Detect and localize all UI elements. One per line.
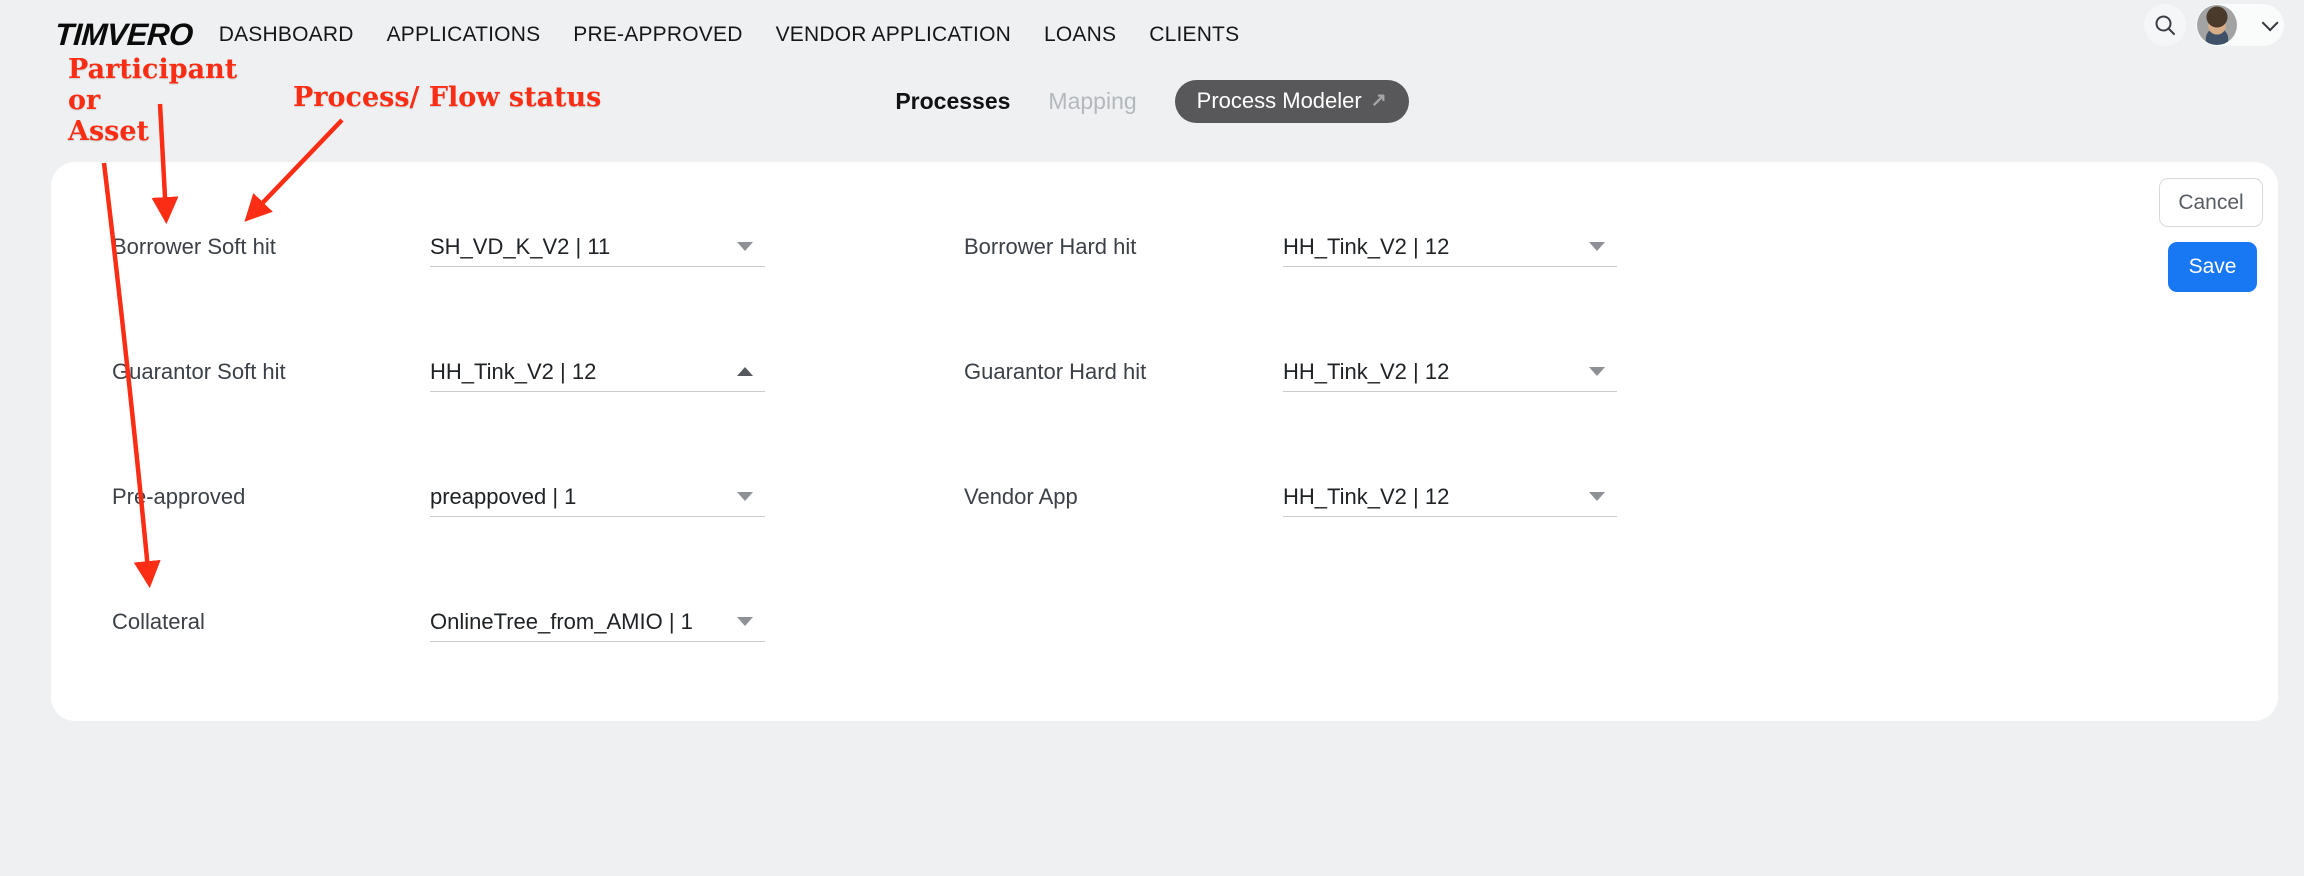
nav-item-vendor-application[interactable]: VENDOR APPLICATION	[776, 23, 1011, 47]
annotation-participant-or-asset: Participant or Asset	[68, 54, 237, 147]
search-icon	[2154, 14, 2176, 36]
process-modeler-button[interactable]: Process Modeler ↗	[1175, 80, 1409, 123]
select-value: SH_VD_K_V2 | 11	[430, 234, 610, 260]
main-menu: DASHBOARD APPLICATIONS PRE-APPROVED VEND…	[219, 23, 1240, 47]
avatar	[2197, 5, 2237, 45]
tab-processes[interactable]: Processes	[895, 88, 1010, 115]
select-value: preappoved | 1	[430, 484, 576, 510]
select-vendor-app[interactable]: HH_Tink_V2 | 12	[1283, 477, 1617, 517]
nav-right-cluster	[2144, 4, 2284, 46]
cancel-button[interactable]: Cancel	[2159, 178, 2263, 227]
tab-mapping[interactable]: Mapping	[1048, 88, 1136, 115]
select-guarantor-soft-hit[interactable]: HH_Tink_V2 | 12	[430, 352, 765, 392]
select-collateral[interactable]: OnlineTree_from_AMIO | 1	[430, 602, 765, 642]
nav-item-applications[interactable]: APPLICATIONS	[387, 23, 541, 47]
chevron-down-icon	[2262, 14, 2279, 31]
field-label-collateral: Collateral	[112, 602, 205, 642]
field-label-vendor-app: Vendor App	[964, 477, 1078, 517]
chevron-down-icon	[737, 492, 753, 501]
nav-item-clients[interactable]: CLIENTS	[1149, 23, 1239, 47]
annotation-line: or	[68, 85, 237, 116]
annotation-line: Asset	[68, 116, 237, 147]
field-label-guarantor-soft-hit: Guarantor Soft hit	[112, 352, 286, 392]
chevron-up-icon	[737, 367, 753, 376]
annotation-line: Participant	[68, 54, 237, 85]
external-link-icon: ↗	[1371, 89, 1387, 112]
annotation-process-flow-status: Process/ Flow status	[293, 82, 601, 113]
select-value: HH_Tink_V2 | 12	[430, 359, 596, 385]
field-label-borrower-soft-hit: Borrower Soft hit	[112, 227, 276, 267]
nav-item-dashboard[interactable]: DASHBOARD	[219, 23, 354, 47]
field-label-pre-approved: Pre-approved	[112, 477, 245, 517]
select-value: HH_Tink_V2 | 12	[1283, 234, 1449, 260]
save-button[interactable]: Save	[2168, 242, 2257, 292]
top-navigation-bar: TIMVERO DASHBOARD APPLICATIONS PRE-APPRO…	[0, 0, 2304, 70]
select-borrower-soft-hit[interactable]: SH_VD_K_V2 | 11	[430, 227, 765, 267]
process-modeler-label: Process Modeler	[1197, 88, 1362, 114]
chevron-down-icon	[737, 617, 753, 626]
field-label-guarantor-hard-hit: Guarantor Hard hit	[964, 352, 1146, 392]
user-menu[interactable]	[2196, 4, 2284, 46]
select-value: HH_Tink_V2 | 12	[1283, 484, 1449, 510]
select-borrower-hard-hit[interactable]: HH_Tink_V2 | 12	[1283, 227, 1617, 267]
nav-item-pre-approved[interactable]: PRE-APPROVED	[573, 23, 742, 47]
chevron-down-icon	[1589, 492, 1605, 501]
select-pre-approved[interactable]: preappoved | 1	[430, 477, 765, 517]
nav-item-loans[interactable]: LOANS	[1044, 23, 1116, 47]
chevron-down-icon	[1589, 242, 1605, 251]
field-label-borrower-hard-hit: Borrower Hard hit	[964, 227, 1136, 267]
chevron-down-icon	[1589, 367, 1605, 376]
select-value: HH_Tink_V2 | 12	[1283, 359, 1449, 385]
select-guarantor-hard-hit[interactable]: HH_Tink_V2 | 12	[1283, 352, 1617, 392]
search-button[interactable]	[2144, 4, 2186, 46]
process-mapping-card: Borrower Soft hit SH_VD_K_V2 | 11 Borrow…	[51, 162, 2278, 721]
chevron-down-icon	[737, 242, 753, 251]
select-value: OnlineTree_from_AMIO | 1	[430, 609, 693, 635]
timvero-logo[interactable]: TIMVERO	[54, 17, 194, 53]
